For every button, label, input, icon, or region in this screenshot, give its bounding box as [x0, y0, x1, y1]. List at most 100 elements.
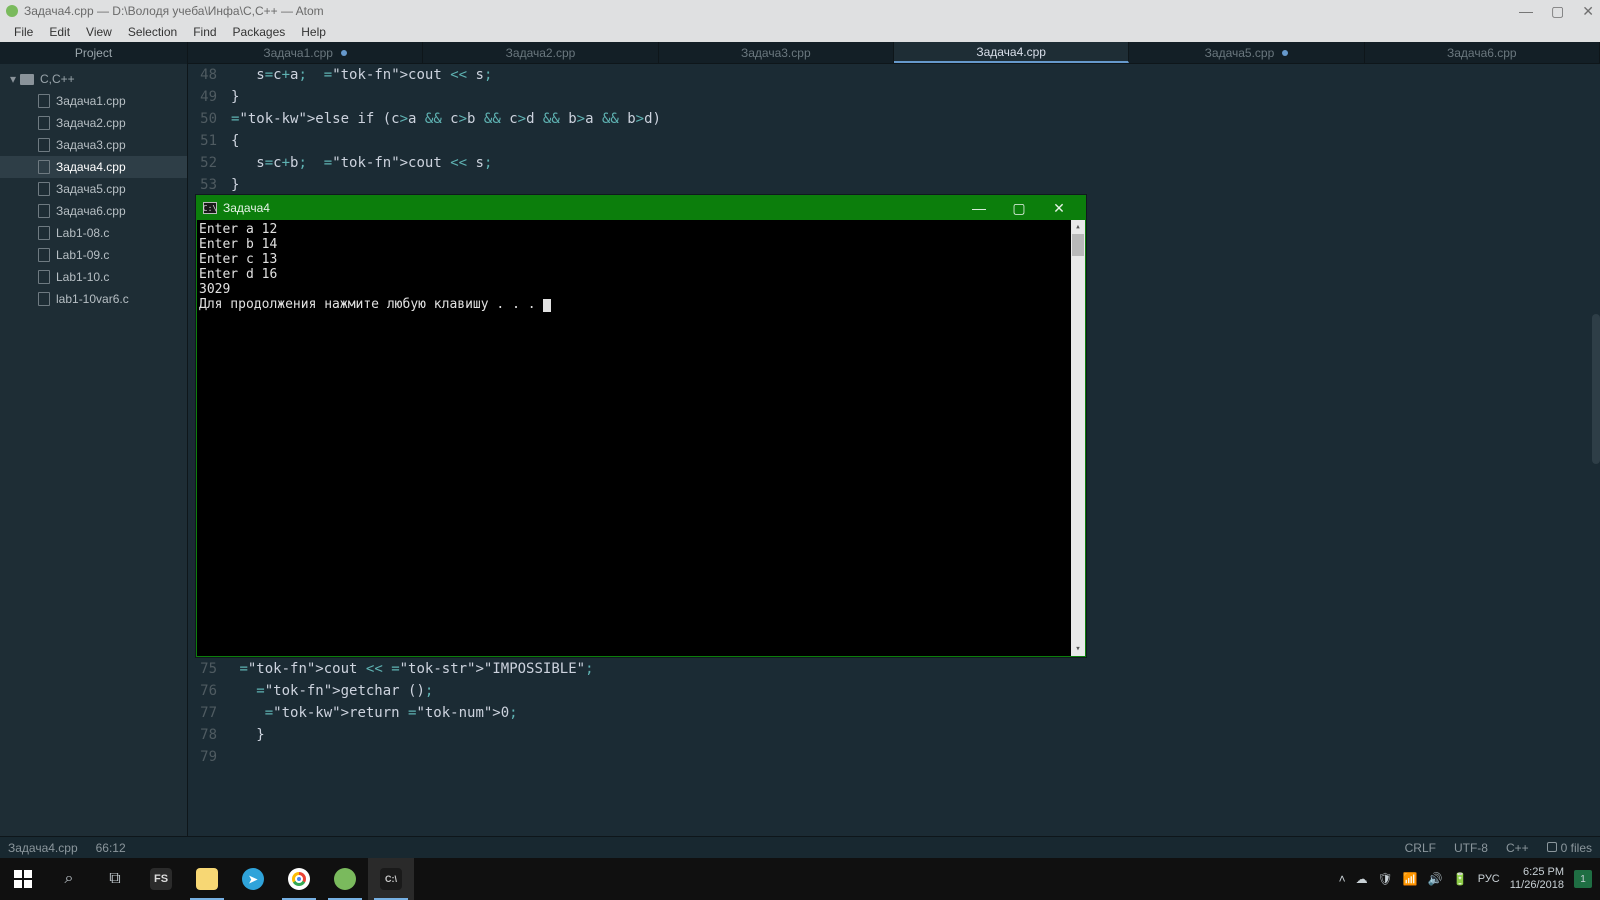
wifi-icon[interactable]: 📶	[1403, 872, 1418, 886]
status-language[interactable]: C++	[1506, 841, 1529, 855]
tab-label: Задача2.cpp	[506, 46, 576, 60]
search-icon: ⌕	[65, 870, 74, 888]
folder-icon	[20, 74, 34, 85]
file-icon	[38, 270, 50, 284]
taskbar-console[interactable]: C:\	[368, 858, 414, 900]
menu-find[interactable]: Find	[185, 25, 224, 39]
tree-root-label: C,C++	[40, 72, 75, 86]
menu-edit[interactable]: Edit	[41, 25, 78, 39]
status-bar: Задача4.cpp 66:12 CRLF UTF-8 C++ 0 files	[0, 836, 1600, 858]
onedrive-icon[interactable]: ☁	[1356, 872, 1368, 886]
window-close-button[interactable]: ✕	[1582, 3, 1594, 20]
console-title-text: Задача4	[223, 201, 270, 215]
tray-expand-icon[interactable]: ˄	[1339, 872, 1346, 886]
atom-logo-icon	[6, 5, 18, 17]
tree-file-label: Задача2.cpp	[56, 116, 126, 130]
console-scrollbar[interactable]: ▴ ▾	[1071, 220, 1085, 656]
taskbar-search-button[interactable]: ⌕	[46, 858, 92, 900]
menu-view[interactable]: View	[78, 25, 120, 39]
taskbar-input-language[interactable]: РУС	[1478, 873, 1500, 885]
taskbar-atom[interactable]	[322, 858, 368, 900]
tree-file-label: Задача3.cpp	[56, 138, 126, 152]
sidebar-header: Project	[0, 42, 187, 64]
editor-tabs: Задача1.cpp Задача2.cpp Задача3.cpp Задача4…	[188, 42, 1600, 64]
tree-file-label: Задача4.cpp	[56, 160, 126, 174]
tree-file-item[interactable]: Задача2.cpp	[0, 112, 187, 134]
window-minimize-button[interactable]: —	[1519, 3, 1533, 20]
tree-file-item[interactable]: lab1-10var6.c	[0, 288, 187, 310]
menu-help[interactable]: Help	[293, 25, 334, 39]
windows-taskbar: ⌕ ⧉ FS ➤ C:\ ˄ ☁ 🛡 📶 🔊 🔋 РУС 6:25 PM 11/…	[0, 858, 1600, 900]
tree-file-item[interactable]: Lab1-08.c	[0, 222, 187, 244]
tree-root-folder[interactable]: ▾ C,C++	[0, 68, 187, 90]
editor-scrollbar-thumb[interactable]	[1592, 314, 1600, 464]
console-app-icon: C:\	[203, 202, 217, 214]
tree-file-label: Lab1-08.c	[56, 226, 109, 240]
defender-icon[interactable]: 🛡	[1378, 872, 1393, 886]
file-icon	[38, 116, 50, 130]
console-minimize-button[interactable]: —	[959, 200, 999, 217]
taskbar-taskview-button[interactable]: ⧉	[92, 858, 138, 900]
console-scrollbar-thumb[interactable]	[1072, 234, 1084, 256]
tab-label: Задача4.cpp	[976, 45, 1046, 59]
file-icon	[38, 94, 50, 108]
status-encoding[interactable]: UTF-8	[1454, 841, 1488, 855]
scroll-down-arrow-icon[interactable]: ▾	[1071, 642, 1085, 656]
status-filename[interactable]: Задача4.cpp	[8, 841, 78, 855]
window-title: Задача4.cpp — D:\Володя учеба\Инфа\C,C++…	[24, 4, 324, 18]
taskbar-clock[interactable]: 6:25 PM 11/26/2018	[1510, 866, 1564, 892]
menu-selection[interactable]: Selection	[120, 25, 185, 39]
action-center-button[interactable]: 1	[1574, 870, 1592, 888]
menu-packages[interactable]: Packages	[225, 25, 294, 39]
telegram-icon: ➤	[242, 868, 264, 890]
file-icon	[38, 248, 50, 262]
tab-label: Задача1.cpp	[263, 46, 333, 60]
tree-file-label: Lab1-10.c	[56, 270, 109, 284]
menu-file[interactable]: File	[6, 25, 41, 39]
tree-file-item[interactable]: Задача3.cpp	[0, 134, 187, 156]
editor-scrollbar[interactable]	[1592, 64, 1600, 858]
dirty-indicator-icon	[1282, 50, 1288, 56]
console-titlebar[interactable]: C:\ Задача4 — ▢ ✕	[197, 196, 1085, 220]
status-git[interactable]: 0 files	[1547, 841, 1592, 855]
console-output[interactable]: Enter a 12 Enter b 14 Enter c 13 Enter d…	[197, 220, 1071, 656]
taskbar-freescreenshot[interactable]: FS	[138, 858, 184, 900]
tab-label: Задача3.cpp	[741, 46, 811, 60]
notif-count: 1	[1580, 874, 1586, 885]
start-button[interactable]	[0, 858, 46, 900]
status-eol[interactable]: CRLF	[1405, 841, 1436, 855]
git-icon	[1547, 842, 1557, 852]
editor-tab[interactable]: Задача5.cpp	[1129, 42, 1364, 63]
file-icon	[38, 160, 50, 174]
tree-file-item[interactable]: Задача5.cpp	[0, 178, 187, 200]
editor-tab[interactable]: Задача1.cpp	[188, 42, 423, 63]
tree-file-item[interactable]: Lab1-09.c	[0, 244, 187, 266]
taskbar-date: 11/26/2018	[1510, 879, 1564, 892]
editor-tab[interactable]: Задача6.cpp	[1365, 42, 1600, 63]
file-icon	[38, 138, 50, 152]
fs-app-icon: FS	[150, 868, 172, 890]
console-maximize-button[interactable]: ▢	[999, 200, 1039, 217]
editor-tab[interactable]: Задача4.cpp	[894, 42, 1129, 63]
windows-logo-icon	[14, 870, 32, 888]
taskbar-chrome[interactable]	[276, 858, 322, 900]
file-icon	[38, 226, 50, 240]
tree-file-label: Задача1.cpp	[56, 94, 126, 108]
tree-file-label: Задача6.cpp	[56, 204, 126, 218]
taskbar-file-explorer[interactable]	[184, 858, 230, 900]
file-icon	[38, 182, 50, 196]
battery-icon[interactable]: 🔋	[1453, 872, 1468, 886]
editor-tab[interactable]: Задача3.cpp	[659, 42, 894, 63]
volume-icon[interactable]: 🔊	[1428, 872, 1443, 886]
editor-tab[interactable]: Задача2.cpp	[423, 42, 658, 63]
taskbar-telegram[interactable]: ➤	[230, 858, 276, 900]
window-maximize-button[interactable]: ▢	[1551, 3, 1564, 20]
console-close-button[interactable]: ✕	[1039, 200, 1079, 217]
tree-file-item[interactable]: Задача6.cpp	[0, 200, 187, 222]
tree-file-item[interactable]: Lab1-10.c	[0, 266, 187, 288]
status-cursor-position[interactable]: 66:12	[96, 841, 126, 855]
tree-file-item[interactable]: Задача1.cpp	[0, 90, 187, 112]
cmd-icon: C:\	[380, 868, 402, 890]
tree-file-item[interactable]: Задача4.cpp	[0, 156, 187, 178]
scroll-up-arrow-icon[interactable]: ▴	[1071, 220, 1085, 234]
